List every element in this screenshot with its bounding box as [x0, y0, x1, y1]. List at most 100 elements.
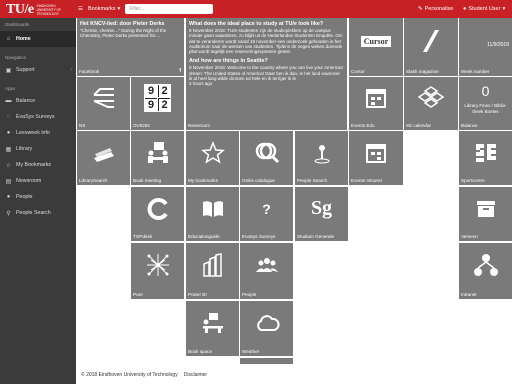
archive-box-icon	[459, 187, 512, 230]
tile-slash-magazine[interactable]: Slash magazine	[404, 18, 458, 76]
tile-label: People	[242, 292, 257, 297]
tile-label: Osiris catalogue	[242, 178, 275, 183]
tile-power-bi[interactable]: Power BI	[186, 243, 239, 299]
sidebar-item-newsroom[interactable]: ▤ Newsroom	[0, 173, 76, 189]
tile-verseon[interactable]: Verseon	[459, 187, 512, 241]
tile-intranet[interactable]: Intranet	[459, 243, 512, 299]
network-icon	[131, 243, 184, 288]
sidebar-item-bookmarks[interactable]: ☆ My Bookmarks	[0, 157, 76, 173]
tile-my-bookmarks[interactable]: My bookmarks	[186, 131, 239, 185]
sidebar-item-people-search[interactable]: ⚲ People Search	[0, 205, 76, 221]
tile-events-edu[interactable]: Events Edu	[349, 77, 403, 130]
ns-logo-icon	[77, 77, 130, 119]
people-icon	[240, 243, 293, 288]
balance-icon: ▬	[5, 98, 12, 104]
sidebar-item-label: Support	[16, 67, 35, 73]
menu-icon[interactable]: ☰	[78, 6, 83, 12]
tile-evasys-surveys[interactable]: ? EvaSys Surveys	[240, 187, 293, 241]
edit-icon: ✎	[418, 6, 423, 12]
sidebar-item-label: Balance	[16, 98, 36, 104]
tile-label: Slash magazine	[406, 69, 439, 74]
tile-events-intranet[interactable]: Events Intranet	[349, 131, 403, 185]
tile-people-search[interactable]: People Search	[295, 131, 348, 185]
ov-digit: 2	[158, 85, 170, 98]
bookmarks-dropdown[interactable]: Bookmarks ▾	[88, 6, 120, 12]
facebook-post-title: Het KNCV-lied: door Pieter Derks	[80, 21, 165, 27]
sidebar-item-label: My Bookmarks	[16, 162, 52, 168]
balance-amount: 0	[481, 83, 490, 99]
evasys-icon: ◌	[6, 114, 11, 120]
sidebar-item-balance[interactable]: ▬ Balance	[0, 93, 76, 109]
tile-label: Events Edu	[351, 123, 375, 128]
sidebar-item-library[interactable]: ▦ Library	[0, 141, 76, 157]
tile-newsroom[interactable]: What does the ideal place to study at TU…	[186, 18, 347, 130]
sidebar-item-leesweek[interactable]: ● Leesweek info	[0, 125, 76, 141]
cloud-icon	[240, 301, 293, 345]
power-bi-icon	[186, 243, 239, 288]
library-icon: ▦	[5, 146, 12, 153]
tile-label: OV9292	[133, 123, 150, 128]
sidebar-item-label: EvaSys Surveys	[16, 114, 55, 120]
tile-facebook[interactable]: Het KNCV-lied: door Pieter Derks “Chemie…	[77, 18, 184, 76]
tile-weather[interactable]: Weather	[240, 301, 293, 356]
tile-label: Educationguide	[188, 234, 220, 239]
tile-label: Book meeting	[133, 178, 162, 183]
tile-label: TOPdesk	[133, 234, 153, 239]
tile-book-meeting[interactable]: Book meeting	[131, 131, 184, 185]
filter-input[interactable]: Filter...	[125, 4, 214, 14]
tile-label: People Search	[297, 178, 328, 183]
tile-library-search[interactable]: LibrarySearch	[77, 131, 130, 185]
calendar-icon	[349, 131, 403, 174]
chevron-right-icon: ›	[70, 67, 72, 73]
sg-monogram: Sg	[310, 197, 333, 220]
slash-icon	[404, 18, 458, 64]
personalise-button[interactable]: ✎ Personalise	[418, 0, 453, 18]
footer: © 2018 Eindhoven University of Technolog…	[76, 366, 512, 384]
disclaimer-link[interactable]: Disclaimer	[184, 372, 207, 378]
tile-pure[interactable]: Pure	[131, 243, 184, 299]
tile-sportcentre[interactable]: Sportcentre	[459, 131, 512, 185]
sidebar-item-label: People	[16, 194, 33, 200]
sidebar-item-label: Leesweek info	[16, 130, 50, 136]
tile-label: Sportcentre	[461, 178, 485, 183]
tile-label: Studium Generale	[297, 234, 335, 239]
question-icon: ?	[240, 187, 293, 230]
tile-balance[interactable]: 0 Library Fines / Biblio-theek Boetes Ba…	[459, 77, 512, 130]
tile-label: NS	[79, 123, 86, 128]
tile-studium-generale[interactable]: Sg Studium Generale	[295, 187, 348, 241]
ov-digit: 9	[145, 85, 157, 98]
sidebar: Dashboards ⌂ Home Navigation ▣ Support › Ap…	[0, 18, 76, 384]
tile-osiris-catalogue[interactable]: Osiris catalogue	[240, 131, 293, 185]
tile-label: Events Intranet	[351, 178, 382, 183]
tile-ns[interactable]: NS	[77, 77, 130, 130]
tile-book-space[interactable]: Book space	[186, 301, 239, 356]
tile-people[interactable]: People	[240, 243, 293, 299]
tile-educationguide[interactable]: Educationguide	[186, 187, 239, 241]
tile-label: Weather	[242, 349, 260, 354]
network-nodes-icon	[459, 243, 512, 288]
tile-label: My bookmarks	[188, 178, 218, 183]
sidebar-item-label: Newsroom	[16, 178, 42, 184]
sidebar-item-people[interactable]: ● People	[0, 189, 76, 205]
tile-label: Power BI	[188, 292, 207, 297]
newspaper-icon: ▤	[5, 178, 12, 185]
news-time: 3 hours ago	[189, 81, 213, 87]
user-menu[interactable]: ● Student User ▾	[463, 0, 505, 18]
tile-week-number[interactable]: 11/9/2018 Week number	[459, 18, 512, 76]
news-body-2: 9 November 2018: Welcome to the country …	[189, 65, 343, 82]
ov-digit: 2	[158, 98, 170, 112]
tue-logo[interactable]: TU/e EINDHOVEN UNIVERSITY OF TECHNOLOGY	[6, 2, 71, 18]
search-icon	[240, 131, 293, 174]
open-book-icon	[186, 187, 239, 230]
sidebar-item-support[interactable]: ▣ Support ›	[0, 62, 76, 78]
user-label: Student User	[468, 6, 501, 12]
tile-topdesk[interactable]: TOPdesk	[131, 187, 184, 241]
sidebar-section-navigation: Navigation	[5, 55, 27, 60]
tile-ov9292[interactable]: 9 2 9 2 OV9292	[131, 77, 184, 130]
tile-label: Verseon	[461, 234, 478, 239]
sidebar-item-evasys[interactable]: ◌ EvaSys Surveys	[0, 109, 76, 125]
map-pin-icon	[295, 131, 348, 174]
tile-cursor[interactable]: Cursor Cursor	[349, 18, 403, 76]
tile-se-calendar[interactable]: SE calendar	[404, 77, 458, 130]
sidebar-item-home[interactable]: ⌂ Home	[0, 31, 76, 47]
